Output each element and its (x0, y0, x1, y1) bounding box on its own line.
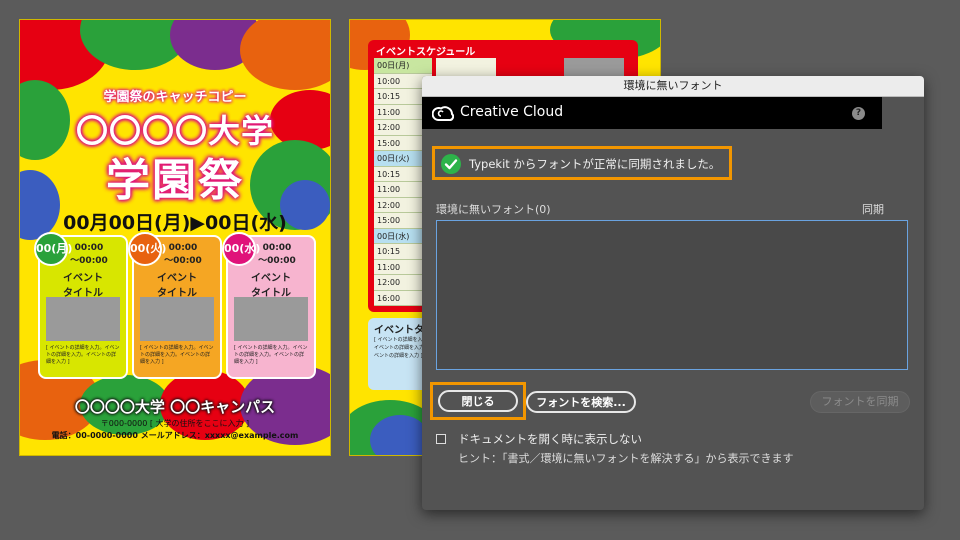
find-font-button[interactable]: フォントを検索... (526, 391, 636, 413)
event-description: [ イベントの詳細を入力。イベントの詳細を入力。イベントの詳細を入力 ] (234, 345, 308, 365)
creative-cloud-logo-icon (431, 105, 455, 125)
dont-show-label: ドキュメントを開く時に表示しない (458, 432, 642, 446)
festival-title: 学園祭 (106, 155, 244, 206)
event-target-title: イベントタ (374, 325, 424, 336)
creative-cloud-header: Creative Cloud ? (422, 97, 882, 129)
close-button-highlight: 閉じる (430, 382, 526, 420)
catch-copy: 学園祭のキャッチコピー (103, 90, 247, 105)
event-description: [ イベントの詳細を入力。イベントの詳細を入力。イベントの詳細を入力 ] (46, 345, 120, 365)
schedule-title: イベントスケジュール (376, 47, 476, 58)
sync-success-message: Typekit からフォントが正常に同期されました。 (432, 146, 732, 180)
sync-success-text: Typekit からフォントが正常に同期されました。 (469, 157, 721, 171)
close-button[interactable]: 閉じる (438, 390, 518, 412)
missing-fonts-label: 環境に無いフォント(0) (436, 203, 551, 216)
event-title: イベント タイトル (251, 273, 291, 299)
event-photo-placeholder (140, 297, 214, 341)
event-time: 00:00 〜00:00 (258, 243, 296, 266)
missing-fonts-dialog: 環境に無いフォント Creative Cloud ? Typekit からフォン… (422, 76, 924, 510)
schedule-row: 00日(月) (374, 58, 432, 74)
festival-date: 00月00日(月)▶00日(水) (63, 212, 287, 234)
sync-fonts-button[interactable]: フォントを同期 (810, 391, 910, 413)
event-photo-placeholder (46, 297, 120, 341)
event-time: 00:00 〜00:00 (164, 243, 202, 266)
decor-blob (240, 20, 330, 90)
event-card: 00(水) 00:00 〜00:00 イベント タイトル [ イベントの詳細を入力。… (222, 232, 316, 379)
event-time: 00:00 〜00:00 (70, 243, 108, 266)
sync-column-header: 同期 (862, 203, 884, 216)
event-description: [ イベントの詳細を入力。イベントの詳細を入力。イベントの詳細を入力 ] (140, 345, 214, 365)
brand-name: Creative Cloud (460, 104, 564, 120)
event-card: 00(月) 00:00 〜00:00 イベント タイトル [ イベントの詳細を入力。… (34, 232, 128, 379)
festival-poster-front: 学園祭のキャッチコピー 〇〇〇〇大学 学園祭 00月00日(月)▶00日(水) … (20, 20, 330, 455)
event-photo-placeholder (234, 297, 308, 341)
campus-name: 〇〇〇〇大学 〇〇キャンパス (74, 398, 276, 416)
missing-fonts-list[interactable] (436, 220, 908, 370)
hint-text: ヒント：「書式／環境に無いフォントを解決する」から表示できます (458, 452, 794, 465)
event-title: イベント タイトル (157, 273, 197, 299)
dialog-title[interactable]: 環境に無いフォント (422, 76, 924, 97)
event-card: 00(火) 00:00 〜00:00 イベント タイトル [ イベントの詳細を入力。… (128, 232, 222, 379)
check-circle-icon (441, 154, 461, 174)
campus-address: 〒000-0000 [ 大学の住所をここに入力 ] (100, 419, 250, 428)
help-icon[interactable]: ? (852, 107, 865, 120)
dont-show-checkbox[interactable] (436, 434, 446, 444)
contact-info: 電話：00-0000-0000 メールアドレス：xxxxx@example.co… (51, 431, 299, 440)
event-title: イベント タイトル (63, 273, 103, 299)
